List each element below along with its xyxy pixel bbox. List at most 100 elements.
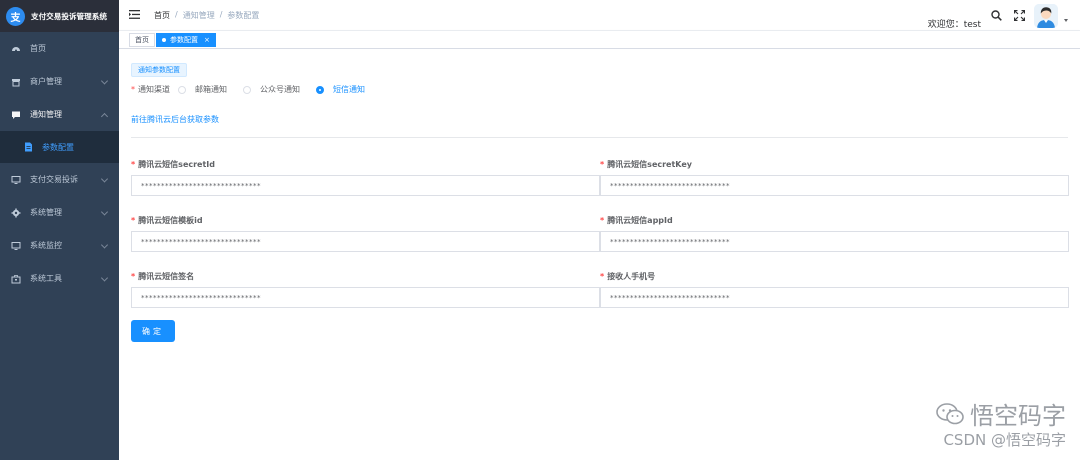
wechat-icon bbox=[936, 402, 964, 424]
radio-label: 公众号通知 bbox=[260, 85, 300, 94]
sidebar-item-label: 系统监控 bbox=[30, 241, 62, 250]
secret-id-label: * 腾讯云短信secretId bbox=[131, 159, 215, 170]
radio-circle bbox=[243, 85, 251, 94]
chevron-up-icon bbox=[100, 112, 109, 120]
field-label-text: 接收人手机号 bbox=[607, 272, 656, 281]
breadcrumb-notification[interactable]: 通知管理 bbox=[183, 10, 215, 21]
navbar: 首页 / 通知管理 / 参数配置 欢迎您：test bbox=[119, 0, 1080, 31]
receiver-phone-label: * 接收人手机号 bbox=[600, 271, 655, 282]
app-id-label: * 腾讯云短信appId bbox=[600, 215, 673, 226]
breadcrumb: 首页 / 通知管理 / 参数配置 bbox=[154, 10, 259, 21]
welcome-text: 欢迎您：test bbox=[927, 20, 981, 30]
breadcrumb-home[interactable]: 首页 bbox=[154, 10, 170, 21]
sidebar-item-complaint[interactable]: 支付交易投诉 bbox=[0, 163, 119, 196]
submenu-notification: 参数配置 bbox=[0, 131, 119, 163]
active-dot-icon bbox=[162, 38, 166, 42]
hamburger-icon[interactable] bbox=[129, 10, 140, 19]
watermark-line1: 悟空码字 bbox=[936, 396, 1066, 431]
avatar[interactable] bbox=[1034, 4, 1058, 28]
chevron-down-icon bbox=[100, 174, 109, 183]
radio-email[interactable]: 邮箱通知 bbox=[178, 84, 227, 95]
sidebar-item-param-config[interactable]: 参数配置 bbox=[0, 131, 119, 163]
sidebar-item-label: 系统管理 bbox=[30, 208, 62, 217]
confirm-button[interactable]: 确定 bbox=[131, 320, 175, 342]
shop-icon bbox=[11, 77, 21, 87]
channel-row: * 通知渠道 邮箱通知 公众号通知 短信通知 bbox=[131, 84, 381, 95]
required-mark: * bbox=[131, 85, 135, 94]
chevron-down-icon bbox=[100, 240, 109, 249]
toolbox-icon bbox=[11, 274, 21, 284]
sidebar-item-label: 支付交易投诉 bbox=[30, 175, 78, 184]
sidebar: 支 支付交易投诉管理系统 首页 商户管理 通知管理 参数配置 支付交易投诉 系统… bbox=[0, 0, 119, 460]
radio-circle bbox=[316, 85, 324, 94]
tag-home[interactable]: 首页 bbox=[129, 33, 155, 47]
channel-label-text: 通知渠道 bbox=[138, 85, 170, 94]
sidebar-item-label: 通知管理 bbox=[30, 110, 62, 119]
template-id-input[interactable]: ****************************** bbox=[131, 231, 600, 252]
tag-label: 参数配置 bbox=[170, 36, 198, 44]
sidebar-item-monitor[interactable]: 系统监控 bbox=[0, 229, 119, 262]
chevron-down-icon bbox=[100, 273, 109, 282]
sidebar-item-tools[interactable]: 系统工具 bbox=[0, 262, 119, 295]
watermark-line2: CSDN @悟空码字 bbox=[943, 431, 1066, 449]
chevron-down-icon bbox=[100, 76, 109, 85]
radio-label: 短信通知 bbox=[333, 85, 365, 94]
secret-key-label: * 腾讯云短信secretKey bbox=[600, 159, 692, 170]
field-label-text: 腾讯云短信模板id bbox=[138, 216, 203, 225]
logo[interactable]: 支 支付交易投诉管理系统 bbox=[0, 0, 119, 32]
radio-circle bbox=[178, 85, 186, 94]
radio-official-account[interactable]: 公众号通知 bbox=[243, 84, 300, 95]
sidebar-item-home[interactable]: 首页 bbox=[0, 32, 119, 65]
sidebar-item-system[interactable]: 系统管理 bbox=[0, 196, 119, 229]
required-mark: * bbox=[600, 216, 605, 225]
channel-label: * 通知渠道 bbox=[131, 84, 170, 95]
document-icon bbox=[24, 142, 33, 152]
field-label-text: 腾讯云短信secretId bbox=[138, 160, 216, 169]
watermark-text: 悟空码字 bbox=[970, 402, 1066, 430]
required-mark: * bbox=[131, 216, 136, 225]
sidebar-item-label: 参数配置 bbox=[42, 142, 74, 152]
tag-label: 首页 bbox=[135, 36, 149, 44]
secret-key-input[interactable]: ****************************** bbox=[600, 175, 1069, 196]
secret-id-input[interactable]: ****************************** bbox=[131, 175, 600, 196]
monitor-icon bbox=[11, 241, 21, 251]
template-id-label: * 腾讯云短信模板id bbox=[131, 215, 203, 226]
app-title: 支付交易投诉管理系统 bbox=[31, 11, 107, 21]
sidebar-item-notification[interactable]: 通知管理 bbox=[0, 98, 119, 131]
section-tag: 通知参数配置 bbox=[131, 63, 187, 77]
sidebar-item-merchant[interactable]: 商户管理 bbox=[0, 65, 119, 98]
chevron-down-icon bbox=[100, 207, 109, 216]
monitor-icon bbox=[11, 175, 21, 185]
sign-name-input[interactable]: ****************************** bbox=[131, 287, 600, 308]
caret-down-icon[interactable] bbox=[1064, 19, 1068, 22]
divider bbox=[131, 137, 1068, 138]
required-mark: * bbox=[600, 160, 605, 169]
required-mark: * bbox=[600, 272, 605, 281]
breadcrumb-current: 参数配置 bbox=[227, 11, 260, 20]
dashboard-icon bbox=[11, 44, 21, 54]
sidebar-item-label: 系统工具 bbox=[30, 274, 62, 283]
breadcrumb-separator: / bbox=[219, 10, 223, 19]
logo-icon: 支 bbox=[6, 6, 25, 26]
close-icon[interactable]: × bbox=[204, 36, 210, 44]
required-mark: * bbox=[131, 272, 136, 281]
gear-icon bbox=[11, 208, 21, 218]
app-id-input[interactable]: ****************************** bbox=[600, 231, 1069, 252]
breadcrumb-separator: / bbox=[175, 10, 178, 19]
sign-name-label: * 腾讯云短信签名 bbox=[131, 271, 194, 282]
radio-label: 邮箱通知 bbox=[195, 85, 227, 94]
radio-sms[interactable]: 短信通知 bbox=[316, 84, 365, 95]
message-icon bbox=[11, 110, 21, 120]
search-icon[interactable] bbox=[991, 10, 1002, 21]
required-mark: * bbox=[131, 160, 136, 169]
tag-param-config[interactable]: 参数配置 × bbox=[156, 33, 216, 47]
field-label-text: 腾讯云短信secretKey bbox=[607, 160, 693, 169]
receiver-phone-input[interactable]: ****************************** bbox=[600, 287, 1069, 308]
sidebar-item-label: 商户管理 bbox=[30, 77, 62, 86]
tencent-cloud-link[interactable]: 前往腾讯云后台获取参数 bbox=[131, 114, 219, 125]
tags-view: 首页 参数配置 × bbox=[119, 31, 1080, 49]
fullscreen-icon[interactable] bbox=[1014, 10, 1025, 21]
field-label-text: 腾讯云短信签名 bbox=[138, 272, 195, 281]
sidebar-item-label: 首页 bbox=[30, 44, 46, 53]
app-root: 支 支付交易投诉管理系统 首页 商户管理 通知管理 参数配置 支付交易投诉 系统… bbox=[0, 0, 1080, 460]
